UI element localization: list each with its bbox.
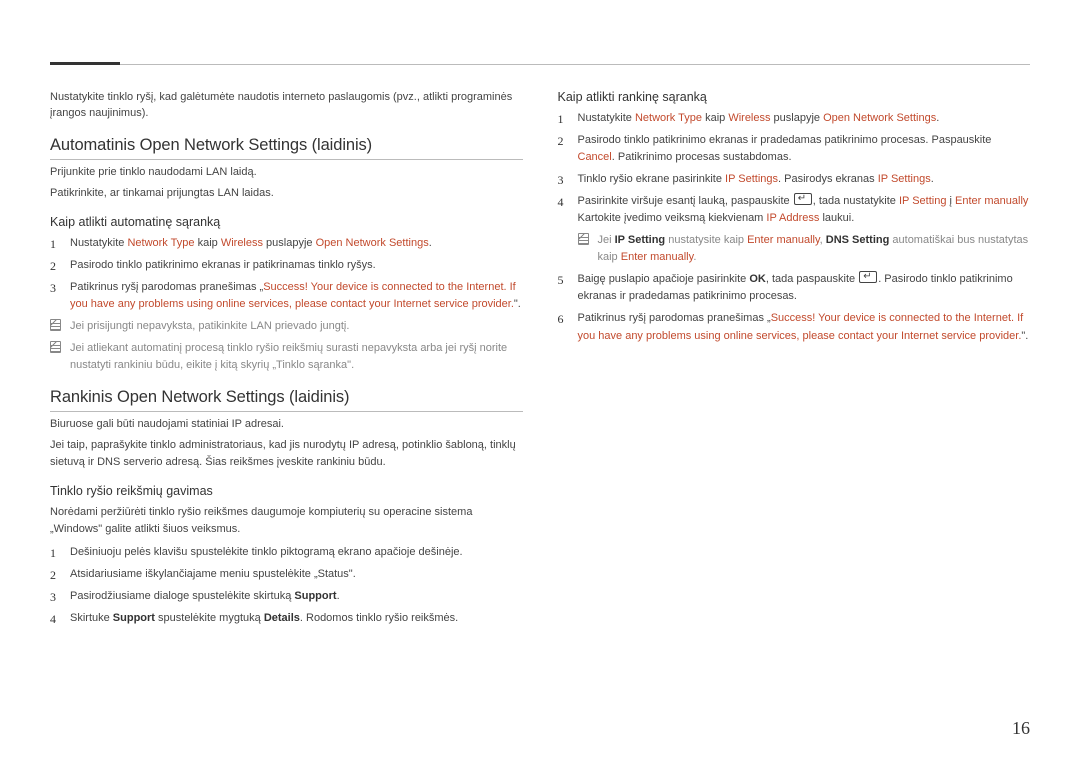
heading-values: Tinklo ryšio reikšmių gavimas — [50, 484, 523, 498]
auto-p1: Prijunkite prie tinklo naudodami LAN lai… — [50, 164, 523, 181]
right-column: Kaip atlikti rankinę sąranką Nustatykite… — [558, 90, 1031, 632]
auto-p2: Patikrinkite, ar tinkamai prijungtas LAN… — [50, 185, 523, 202]
chapter-mark — [50, 62, 120, 65]
auto-steps: Nustatykite Network Type kaip Wireless p… — [50, 235, 523, 313]
manual-step-6: Patikrinus ryšį parodomas pranešimas „Su… — [558, 310, 1031, 344]
manual-page: Nustatykite tinklo ryšį, kad galėtumėte … — [0, 0, 1080, 763]
auto-step-2: Pasirodo tinklo patikrinimo ekranas ir p… — [50, 257, 523, 274]
values-step-1: Dešiniuoju pelės klavišu spustelėkite ti… — [50, 544, 523, 561]
manual-step-3: Tinklo ryšio ekrane pasirinkite IP Setti… — [558, 171, 1031, 188]
intro-text: Nustatykite tinklo ryšį, kad galėtumėte … — [50, 90, 523, 122]
manual-p2: Jei taip, paprašykite tinklo administrat… — [50, 437, 523, 471]
left-column: Nustatykite tinklo ryšį, kad galėtumėte … — [50, 90, 523, 632]
auto-step-1: Nustatykite Network Type kaip Wireless p… — [50, 235, 523, 252]
manual-step-2: Pasirodo tinklo patikrinimo ekranas ir p… — [558, 132, 1031, 166]
values-steps: Dešiniuoju pelės klavišu spustelėkite ti… — [50, 544, 523, 627]
heading-auto-howto: Kaip atlikti automatinę sąranką — [50, 215, 523, 229]
manual-steps: Nustatykite Network Type kaip Wireless p… — [558, 110, 1031, 345]
heading-manual-settings: Rankinis Open Network Settings (laidinis… — [50, 388, 523, 412]
header-rule — [50, 64, 1030, 65]
enter-icon — [859, 271, 877, 283]
manual-step-5: Baigę puslapio apačioje pasirinkite OK, … — [558, 271, 1031, 305]
auto-note-2: Jei atliekant automatinį procesą tinklo … — [50, 340, 523, 374]
values-step-2: Atsidariusiame iškylančiajame meniu spus… — [50, 566, 523, 583]
values-step-4: Skirtuke Support spustelėkite mygtuką De… — [50, 610, 523, 627]
enter-icon — [794, 193, 812, 205]
manual-step-4: Pasirinkite viršuje esantį lauką, paspau… — [558, 193, 1031, 266]
manual-step-4-note: Jei IP Setting nustatysite kaip Enter ma… — [578, 232, 1031, 266]
auto-step-3: Patikrinus ryšį parodomas pranešimas „Su… — [50, 279, 523, 313]
content-columns: Nustatykite tinklo ryšį, kad galėtumėte … — [50, 40, 1030, 632]
heading-auto-settings: Automatinis Open Network Settings (laidi… — [50, 136, 523, 160]
values-intro: Norėdami peržiūrėti tinklo ryšio reikšme… — [50, 504, 523, 538]
manual-step-1: Nustatykite Network Type kaip Wireless p… — [558, 110, 1031, 127]
heading-manual-howto: Kaip atlikti rankinę sąranką — [558, 90, 1031, 104]
values-step-3: Pasirodžiusiame dialoge spustelėkite ski… — [50, 588, 523, 605]
manual-p1: Biuruose gali būti naudojami statiniai I… — [50, 416, 523, 433]
page-number: 16 — [1012, 718, 1030, 739]
auto-note-1: Jei prisijungti nepavyksta, patikinkite … — [50, 318, 523, 335]
